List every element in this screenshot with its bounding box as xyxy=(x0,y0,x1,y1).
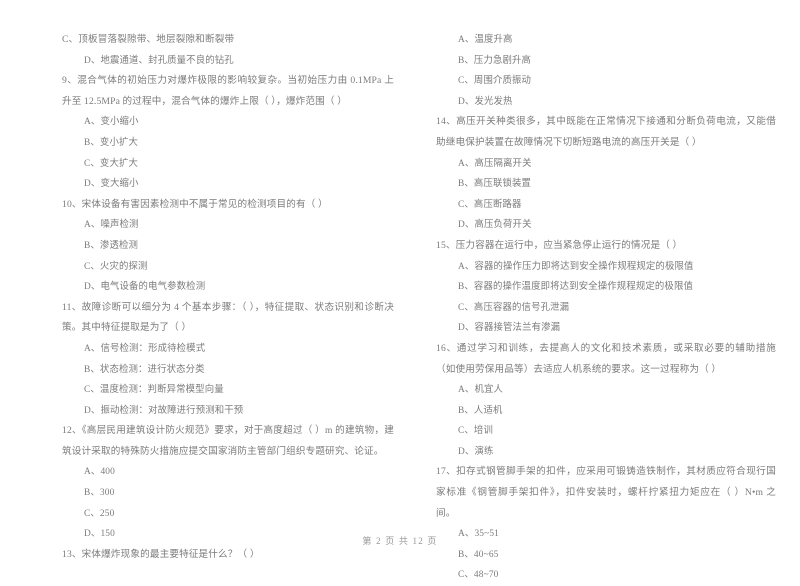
option-line: D、电气设备的电气参数检测 xyxy=(84,282,206,293)
option-line: A、温度升高 xyxy=(458,35,513,45)
option-line: C、火灾的探测 xyxy=(84,261,148,272)
option-line: A、信号检测：形成待检模式 xyxy=(84,343,206,354)
option-line: D、发光发热 xyxy=(458,96,513,107)
option-line: D、高压负荷开关 xyxy=(458,220,532,231)
question-stem: 10、宋体设备有害因素检测中不属于常见的检测项目的有（ ） xyxy=(62,198,328,210)
option-line: B、变小扩大 xyxy=(84,137,139,148)
option-line: B、40~65 xyxy=(458,549,499,560)
page-footer: 第 2 页 共 12 页 xyxy=(362,536,438,546)
option-line: A、400 xyxy=(84,467,115,478)
option-line: A、变小缩小 xyxy=(84,117,139,128)
option-line: B、人适机 xyxy=(458,405,503,416)
question-stem: 14、高压开关种类很多，其中既能在正常情况下接通和分断负荷电流，又能借助继电保护… xyxy=(436,116,776,148)
option-line: B、压力急剧升高 xyxy=(458,55,532,66)
question-stem: 17、扣存式钢管脚手架的扣件，应采用可锻铸造铁制作，其材质应符合现行国家标准《钢… xyxy=(436,466,776,519)
option-line: D、振动检测：对故障进行预测和干预 xyxy=(84,405,244,416)
option-line: C、周围介质振动 xyxy=(458,76,532,87)
option-line: B、容器的操作温度即将达到安全操作规程规定的极限值 xyxy=(458,282,694,293)
option-line: C、高压断路器 xyxy=(458,199,522,210)
question-stem: 15、压力容器在运行中，应当紧急停止运行的情况是（ ） xyxy=(436,239,683,251)
option-line: B、渗透检测 xyxy=(84,240,139,251)
option-line: A、容器的操作压力即将达到安全操作规程规定的极限值 xyxy=(458,261,694,272)
option-line: B、高压联锁装置 xyxy=(458,179,532,190)
option-line: C、48~70 xyxy=(458,570,499,581)
question-stem: 16、通过学习和训练，去提高人的文化和技术素质，或采取必要的辅助措施（如使用劳保… xyxy=(436,342,776,375)
question-line: C、顶板冒落裂隙带、地层裂隙和断裂带 xyxy=(62,34,235,45)
option-line: C、温度检测：判断异常模型向量 xyxy=(84,385,224,396)
option-line: A、机宜人 xyxy=(458,385,504,396)
left-column: C、顶板冒落裂隙带、地层裂隙和断裂带 D、地震通道、封孔质量不良的钻孔 9、混合… xyxy=(18,30,400,586)
option-line: B、300 xyxy=(84,488,115,499)
option-line: D、变大缩小 xyxy=(84,179,139,190)
question-stem: 13、宋体爆炸现象的最主要特征是什么？（ ） xyxy=(62,548,260,560)
option-line: C、变大扩大 xyxy=(84,158,139,169)
option-line: A、噪声检测 xyxy=(84,220,139,231)
exam-page: C、顶板冒落裂隙带、地层裂隙和断裂带 D、地震通道、封孔质量不良的钻孔 9、混合… xyxy=(0,0,800,580)
option-line: A、高压隔离开关 xyxy=(458,158,532,169)
question-stem: 11、故障诊断可以细分为 4 个基本步骤：（ ），特征提取、状态识别和诊断决策。… xyxy=(62,301,394,334)
option-line: C、250 xyxy=(84,508,115,519)
right-column: A、温度升高 B、压力急剧升高 C、周围介质振动 D、发光发热 14、高压开关种… xyxy=(400,30,782,586)
option-line: D、容器接管法兰有渗漏 xyxy=(458,323,561,334)
page-columns: C、顶板冒落裂隙带、地层裂隙和断裂带 D、地震通道、封孔质量不良的钻孔 9、混合… xyxy=(0,0,800,586)
option-line: D、地震通道、封孔质量不良的钻孔 xyxy=(84,55,234,66)
option-line: B、状态检测：进行状态分类 xyxy=(84,364,205,375)
question-stem: 9、混合气体的初始压力对爆炸极限的影响较复杂。当初始压力由 0.1MPa 上升至… xyxy=(62,75,394,107)
option-line: C、培训 xyxy=(458,426,493,437)
option-line: C、高压容器的信号孔泄漏 xyxy=(458,302,570,313)
option-line: D、演练 xyxy=(458,446,494,457)
question-stem: 12、《高层民用建筑设计防火规范》要求，对于高度超过（ ）m 的建筑物，建筑设计… xyxy=(62,425,394,457)
